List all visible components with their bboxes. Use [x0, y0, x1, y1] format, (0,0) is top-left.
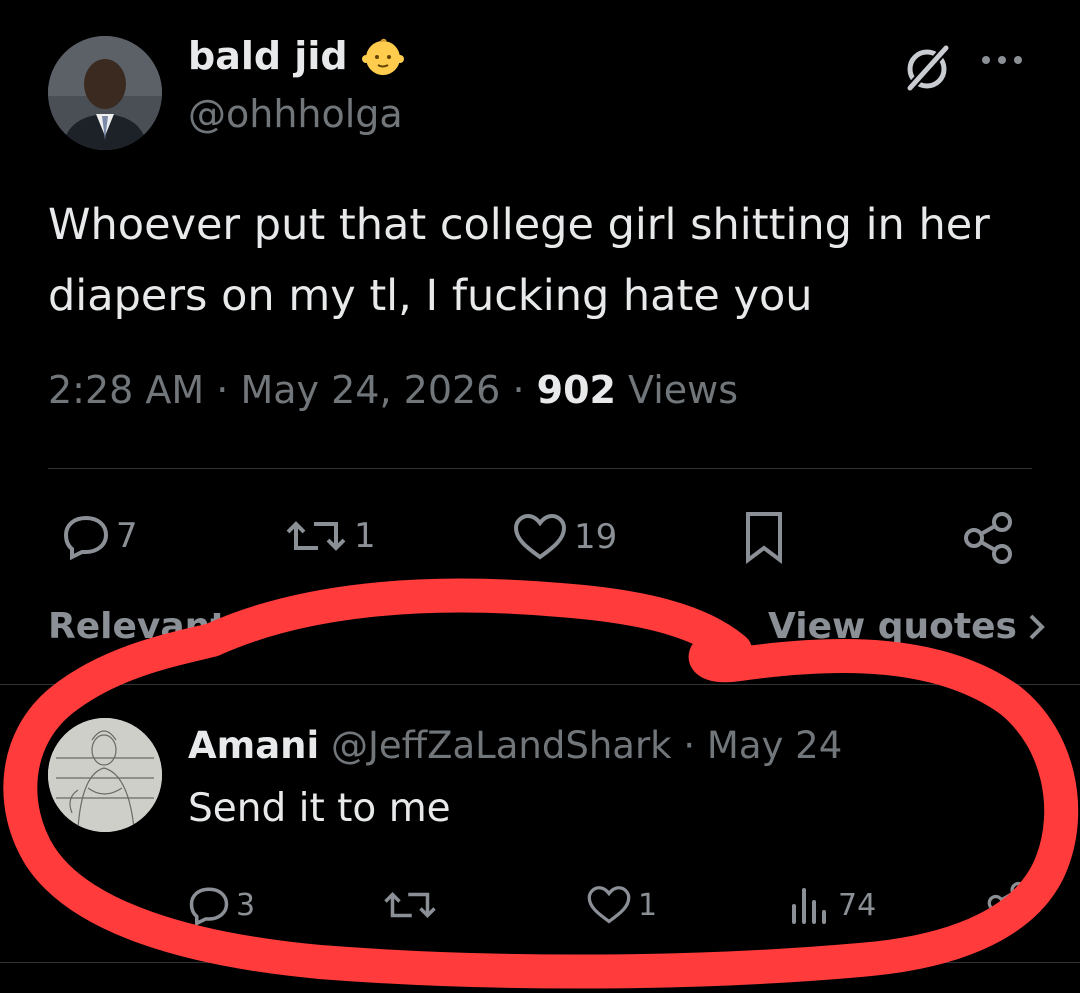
repost-count: 1 — [354, 516, 376, 556]
like-count: 19 — [574, 517, 618, 557]
meta-separator: · — [216, 368, 229, 412]
meta-separator: · — [683, 724, 696, 767]
divider — [0, 684, 1080, 685]
share-icon — [987, 881, 1027, 925]
reply-icon — [189, 887, 229, 926]
author-name[interactable]: bald jid — [188, 34, 404, 78]
reply-text: Send it to me — [188, 786, 451, 831]
reply-header: Amani @JeffZaLandShark · May 24 — [188, 724, 842, 767]
baby-face-icon — [361, 35, 404, 77]
more-icon[interactable] — [982, 50, 1032, 70]
views-label[interactable]: Views — [628, 368, 738, 412]
like-button[interactable]: 19 — [512, 512, 617, 562]
author-avatar[interactable] — [48, 36, 162, 150]
reply-icon — [63, 515, 109, 560]
chevron-right-icon — [1029, 614, 1045, 639]
author-handle[interactable]: @ohhholga — [188, 92, 403, 136]
reply-author-handle[interactable]: @JeffZaLandShark — [331, 724, 672, 767]
heart-icon — [513, 513, 567, 560]
tweet-detail-screen: bald jid @ohhholga Whoever put that coll… — [0, 0, 1080, 993]
divider — [0, 962, 1080, 963]
share-icon — [964, 512, 1012, 564]
reply-reply-button[interactable]: 3 — [188, 884, 255, 926]
author-name-text[interactable]: bald jid — [188, 34, 348, 78]
reply-author-avatar[interactable] — [48, 718, 162, 832]
reply-like-button[interactable]: 1 — [586, 884, 657, 926]
reply-count: 7 — [116, 516, 138, 556]
reply-repost-button[interactable] — [382, 884, 438, 926]
reply-like-count: 1 — [638, 887, 658, 923]
meta-separator: · — [512, 368, 525, 412]
repost-icon — [384, 892, 436, 918]
reply-date[interactable]: May 24 — [707, 724, 842, 767]
analytics-icon — [792, 888, 826, 924]
reply-sort-dropdown[interactable]: Relevant — [48, 606, 228, 647]
reply-views-count: 74 — [838, 887, 877, 923]
bookmark-icon — [746, 512, 782, 564]
tweet-date[interactable]: May 24, 2026 — [240, 368, 500, 412]
red-annotation-circle — [3, 578, 1079, 989]
reply-author-name[interactable]: Amani — [188, 724, 319, 767]
reply-reply-count: 3 — [236, 887, 256, 923]
grok-icon[interactable] — [900, 40, 954, 94]
tweet-text: Whoever put that college girl shitting i… — [48, 200, 990, 321]
reply-button[interactable]: 7 — [62, 512, 138, 560]
repost-icon — [286, 521, 346, 551]
tweet-meta: 2:28 AM · May 24, 2026 · 902 Views — [48, 368, 738, 412]
reply-share-button[interactable] — [986, 880, 1030, 926]
view-quotes-link[interactable]: View quotes — [768, 606, 1047, 647]
divider — [48, 468, 1032, 469]
view-quotes-label: View quotes — [768, 606, 1017, 647]
repost-button[interactable]: 1 — [284, 512, 376, 560]
views-count[interactable]: 902 — [537, 368, 616, 412]
share-button[interactable] — [962, 510, 1016, 566]
tweet-time[interactable]: 2:28 AM — [48, 368, 204, 412]
bookmark-button[interactable] — [742, 510, 786, 566]
reply-views-button[interactable]: 74 — [788, 884, 876, 926]
heart-icon — [587, 886, 631, 924]
